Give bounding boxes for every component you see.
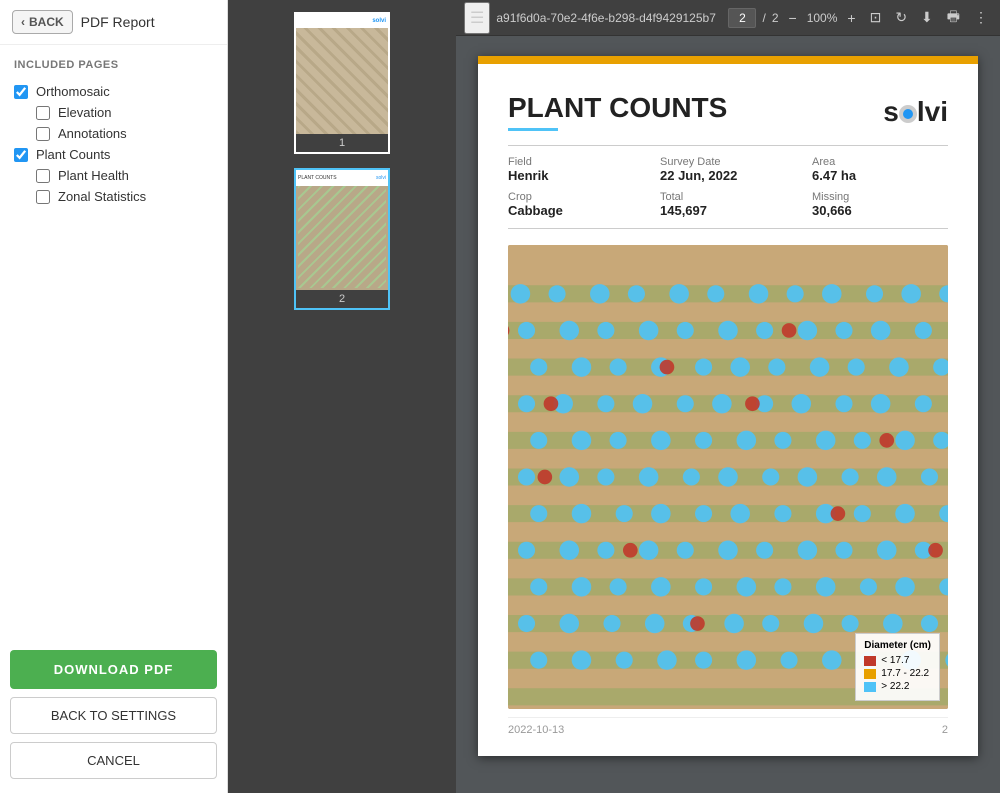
legend-label-3: > 22.2 [881, 681, 909, 692]
pdf-field-image: Diameter (cm) < 17.7 17.7 - 22.2 > 22.2 [508, 245, 948, 709]
plant-health-checkbox[interactable] [36, 169, 50, 183]
plant-counts-checkbox[interactable] [14, 148, 28, 162]
pdf-meta-grid: Field Henrik Survey Date 22 Jun, 2022 Ar… [508, 145, 948, 229]
pdf-page-inner: PLANT COUNTS s lvi Field Henrik [478, 64, 978, 756]
legend-item-1: < 17.7 [864, 655, 931, 666]
pdf-viewer: ☰ a91f6d0a-70e2-4f6e-b298-d4f9429125b7 /… [456, 0, 1000, 793]
thumbnail-2-label: 2 [296, 290, 388, 308]
orthomosaic-checkbox[interactable] [14, 85, 28, 99]
survey-date-label: Survey Date [660, 156, 796, 168]
legend-color-3 [864, 682, 876, 692]
pdf-filename: a91f6d0a-70e2-4f6e-b298-d4f9429125b7 [496, 11, 722, 25]
legend-title: Diameter (cm) [864, 640, 931, 651]
page-item-plant-counts: Plant Counts [14, 144, 213, 165]
pdf-title-block: PLANT COUNTS [508, 92, 727, 131]
orthomosaic-label: Orthomosaic [36, 84, 110, 99]
legend-item-3: > 22.2 [864, 681, 931, 692]
back-button[interactable]: ‹ BACK [12, 10, 73, 34]
pdf-toolbar-right: ⊡ ↻ ⬇ 🖶 ⋮ [866, 2, 992, 34]
fit-page-button[interactable]: ⊡ [866, 5, 886, 30]
pdf-page: PLANT COUNTS s lvi Field Henrik [478, 56, 978, 756]
crop-value: Cabbage [508, 203, 644, 218]
zoom-in-button[interactable]: + [843, 8, 859, 28]
cancel-button[interactable]: CANCEL [10, 742, 217, 779]
plant-counts-label: Plant Counts [36, 147, 110, 162]
crop-label: Crop [508, 191, 644, 203]
pdf-menu-button[interactable]: ☰ [464, 2, 490, 34]
page-item-elevation: Elevation [14, 102, 213, 123]
survey-date-meta: Survey Date 22 Jun, 2022 [660, 156, 796, 183]
legend-item-2: 17.7 - 22.2 [864, 668, 931, 679]
elevation-label: Elevation [58, 105, 111, 120]
page-item-orthomosaic: Orthomosaic [14, 81, 213, 102]
legend-label-1: < 17.7 [881, 655, 909, 666]
legend-label-2: 17.7 - 22.2 [881, 668, 929, 679]
more-options-button[interactable]: ⋮ [970, 5, 992, 30]
total-pages: 2 [772, 11, 779, 25]
thumbnail-2[interactable]: PLANT COUNTS solvi 2 [294, 168, 390, 310]
legend-color-2 [864, 669, 876, 679]
elevation-checkbox[interactable] [36, 106, 50, 120]
legend-color-1 [864, 656, 876, 666]
sidebar-header: ‹ BACK PDF Report [0, 0, 227, 45]
zoom-level: 100% [807, 11, 838, 25]
total-meta: Total 145,697 [660, 191, 796, 218]
included-pages-label: INCLUDED PAGES [14, 59, 213, 71]
annotations-checkbox[interactable] [36, 127, 50, 141]
header-title: PDF Report [81, 14, 155, 30]
page-item-plant-health: Plant Health [14, 165, 213, 186]
back-label: BACK [29, 15, 64, 29]
footer-date: 2022-10-13 [508, 724, 564, 736]
footer-page: 2 [942, 724, 948, 736]
sidebar-footer: DOWNLOAD PDF BACK TO SETTINGS CANCEL [0, 640, 227, 793]
area-value: 6.47 ha [812, 168, 948, 183]
thumbnails-panel: solvi 1 PLANT COUNTS solvi 2 [228, 0, 456, 793]
download-pdf-button[interactable]: DOWNLOAD PDF [10, 650, 217, 689]
pdf-toolbar: ☰ a91f6d0a-70e2-4f6e-b298-d4f9429125b7 /… [456, 0, 1000, 36]
area-meta: Area 6.47 ha [812, 156, 948, 183]
pdf-content-area: PLANT COUNTS s lvi Field Henrik [456, 36, 1000, 793]
thumbnail-1[interactable]: solvi 1 [294, 12, 390, 154]
total-value: 145,697 [660, 203, 796, 218]
pdf-page-controls: / 2 [728, 8, 778, 28]
total-label: Total [660, 191, 796, 203]
page-separator: / [762, 11, 765, 25]
rotate-button[interactable]: ↻ [891, 5, 911, 30]
print-button[interactable]: 🖶 [943, 2, 964, 34]
download-button[interactable]: ⬇ [917, 5, 937, 30]
pdf-page-header: PLANT COUNTS s lvi [508, 92, 948, 131]
area-label: Area [812, 156, 948, 168]
pdf-top-bar [478, 56, 978, 64]
pdf-page-input[interactable] [728, 8, 756, 28]
plant-health-label: Plant Health [58, 168, 129, 183]
missing-meta: Missing 30,666 [812, 191, 948, 218]
sidebar: ‹ BACK PDF Report INCLUDED PAGES Orthomo… [0, 0, 228, 793]
missing-label: Missing [812, 191, 948, 203]
pdf-page-title: PLANT COUNTS [508, 92, 727, 124]
field-value: Henrik [508, 168, 644, 183]
thumbnail-1-label: 1 [296, 134, 388, 152]
survey-date-value: 22 Jun, 2022 [660, 168, 796, 183]
zonal-statistics-checkbox[interactable] [36, 190, 50, 204]
zoom-out-button[interactable]: − [785, 8, 801, 28]
missing-value: 30,666 [812, 203, 948, 218]
solvi-logo: s lvi [883, 96, 948, 128]
annotations-label: Annotations [58, 126, 127, 141]
field-meta: Field Henrik [508, 156, 644, 183]
crop-meta: Crop Cabbage [508, 191, 644, 218]
page-item-zonal-statistics: Zonal Statistics [14, 186, 213, 207]
back-to-settings-button[interactable]: BACK TO SETTINGS [10, 697, 217, 734]
included-pages-section: INCLUDED PAGES Orthomosaic Elevation Ann… [0, 45, 227, 640]
pdf-page-footer: 2022-10-13 2 [508, 717, 948, 736]
pdf-legend: Diameter (cm) < 17.7 17.7 - 22.2 > 22.2 [855, 633, 940, 701]
field-label: Field [508, 156, 644, 168]
page-item-annotations: Annotations [14, 123, 213, 144]
pdf-title-underline [508, 128, 558, 131]
zonal-statistics-label: Zonal Statistics [58, 189, 146, 204]
